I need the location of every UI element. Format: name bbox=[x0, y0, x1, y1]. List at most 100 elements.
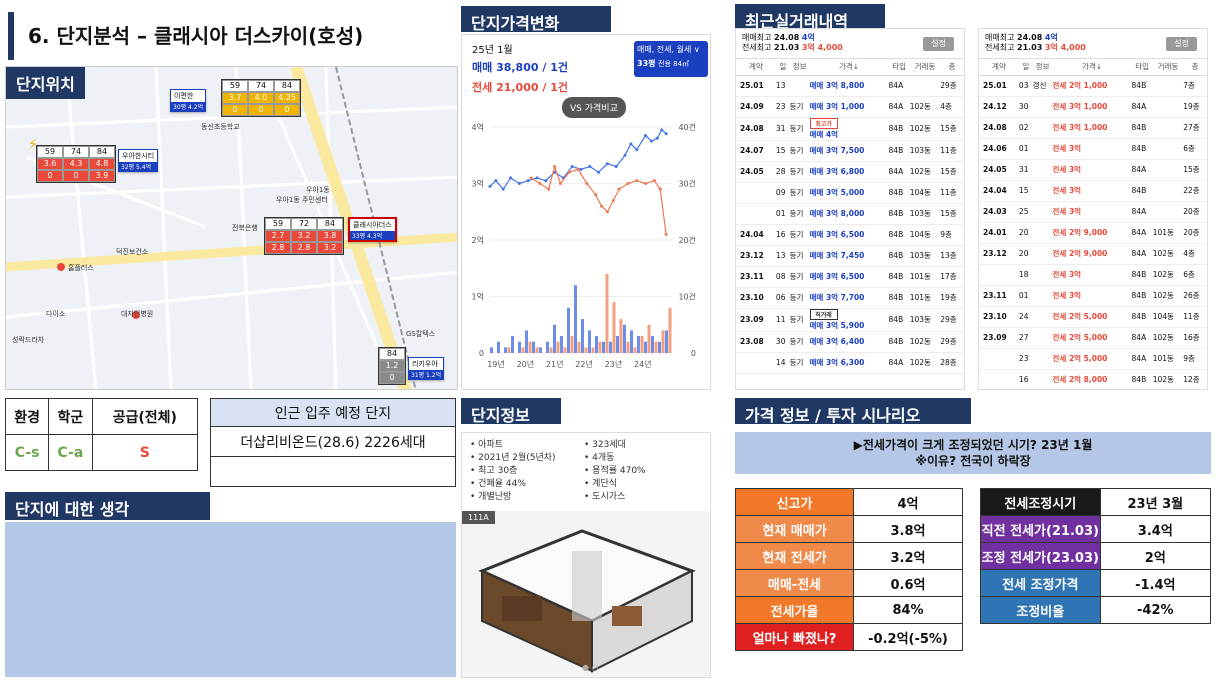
y2-tick-label: 20건 bbox=[678, 235, 696, 245]
table-row[interactable]: 23 전세 2억 5,000 84A 101동 9층 bbox=[979, 348, 1207, 370]
volume-bar-sale bbox=[567, 307, 570, 353]
filter-button[interactable]: 매매, 전세, 월세 ∨ 33평 전용 84㎡ bbox=[634, 41, 708, 77]
map-label: 성락드라차 bbox=[12, 336, 45, 344]
volume-bar-sale bbox=[532, 341, 535, 353]
y2-tick-label: 40건 bbox=[678, 122, 696, 132]
deal-col-header[interactable]: 타입 bbox=[1131, 59, 1153, 76]
summary-label: 매매최고 bbox=[985, 33, 1015, 42]
settings-button[interactable]: 설정 bbox=[1166, 37, 1197, 51]
deal-cell: 13 bbox=[775, 75, 790, 97]
deal-cell bbox=[909, 75, 941, 97]
deal-col-header[interactable]: 정보 bbox=[789, 59, 810, 76]
complex-label-ricky[interactable]: 리키우아 31평 1.2억 bbox=[408, 357, 445, 380]
deal-col-header[interactable]: 일 bbox=[775, 59, 790, 76]
table-row[interactable]: 24.07 15 등기 매매 3억 7,500 84B 103동 11층 bbox=[736, 140, 964, 162]
deal-col-header[interactable]: 계약 bbox=[979, 59, 1019, 76]
deal-col-header[interactable]: 층 bbox=[1183, 59, 1207, 76]
table-row[interactable]: 25.01 03 갱신 전세 2억 1,000 84B 7층 bbox=[979, 75, 1207, 97]
table-row[interactable]: 23.10 06 등기 매매 3억 7,700 84B 101동 19층 bbox=[736, 287, 964, 309]
volume-bar-jeonse bbox=[633, 347, 637, 353]
data-point bbox=[585, 182, 589, 185]
volume-bar-sale bbox=[581, 319, 584, 353]
deal-col-header[interactable]: 계약 bbox=[736, 59, 776, 76]
table-row[interactable]: 24.08 31 등기 최고가 매매 4억 84B 102동 15층 bbox=[736, 117, 964, 141]
table-row[interactable]: 16 전세 2억 8,000 84B 102동 12층 bbox=[979, 369, 1207, 389]
table-row[interactable]: 24.04 16 등기 매매 3억 6,500 84B 104동 9층 bbox=[736, 224, 964, 246]
volume-bar-sale bbox=[546, 341, 549, 353]
table-row[interactable]: 23.08 30 등기 매매 3억 6,400 84B 102동 29층 bbox=[736, 331, 964, 353]
deal-col-header[interactable]: 일 bbox=[1018, 59, 1033, 76]
price-box-yellow[interactable]: 59 74 84 3.7 4.0 4.25 000 bbox=[221, 79, 301, 117]
table-row[interactable]: 24.03 25 전세 3억 84A 20층 bbox=[979, 201, 1207, 223]
deal-cell bbox=[1152, 180, 1184, 202]
deal-cell: 전세 2억 1,000 bbox=[1052, 75, 1132, 97]
table-row[interactable]: 24.09 23 등기 매매 3억 1,000 84A 102동 4층 bbox=[736, 96, 964, 118]
complex-label-epyeonhan[interactable]: 이편한 30평 4.2억 bbox=[170, 89, 207, 112]
info-item: • 4개동 bbox=[584, 453, 615, 463]
deal-col-header[interactable]: 타입 bbox=[888, 59, 910, 76]
page-title: 6. 단지분석 – 클래시아 더스카이(호성) bbox=[28, 24, 364, 48]
table-row[interactable]: 23.11 08 등기 매매 3억 6,500 84B 101동 17층 bbox=[736, 266, 964, 288]
table-row[interactable]: 14 등기 매매 3억 6,300 84A 102동 28층 bbox=[736, 352, 964, 374]
volume-bar-jeonse bbox=[661, 330, 665, 353]
table-row[interactable]: 24.12 30 전세 3억 1,000 84A 19층 bbox=[979, 96, 1207, 118]
deal-col-header[interactable]: 정보 bbox=[1032, 59, 1053, 76]
location-map[interactable]: 단지위치 동신초등학교 우아1동 주민센터 우아1동 덕진보건소 홈플러스 다이… bbox=[5, 66, 458, 390]
price-box-gray[interactable]: 84 1.2 0 bbox=[378, 347, 406, 385]
price-chart[interactable]: 4억 40건3억 30건2억 20건1억 10건0 019년 20년 21년 22년 23년 24년 bbox=[462, 113, 710, 385]
deal-cell: 매매 3억 5,000 bbox=[809, 182, 889, 204]
map-label: 다이소 bbox=[46, 310, 66, 318]
table-row[interactable]: 24.05 28 등기 매매 3억 6,800 84A 102동 15층 bbox=[736, 161, 964, 183]
price-box-main[interactable]: 59 72 84 2.7 3.2 3.8 2.8 2.8 3.2 bbox=[264, 217, 344, 255]
volume-bar-jeonse bbox=[535, 347, 539, 353]
table-row[interactable]: 23.11 01 전세 3억 84B 102동 26층 bbox=[979, 285, 1207, 307]
deal-cell bbox=[1032, 180, 1053, 202]
thoughts-area[interactable] bbox=[5, 522, 456, 677]
deal-cell bbox=[736, 182, 776, 204]
table-row[interactable]: 23.09 27 전세 2억 5,000 84A 102동 16층 bbox=[979, 327, 1207, 349]
table-row[interactable]: 23.12 13 등기 매매 3억 7,450 84B 103동 13층 bbox=[736, 245, 964, 267]
deal-cell: 104동 bbox=[1152, 306, 1184, 328]
deal-cell: 03 bbox=[1018, 75, 1033, 97]
floor-plan-image[interactable]: 111A ● ○ bbox=[462, 511, 710, 677]
deal-col-header[interactable]: 가격↓ bbox=[1052, 59, 1132, 76]
table-row[interactable]: 24.01 20 전세 2억 9,000 84A 101동 20층 bbox=[979, 222, 1207, 244]
table-row[interactable]: 24.08 02 전세 3억 1,000 84B 27층 bbox=[979, 117, 1207, 139]
deal-cell: 9층 bbox=[1183, 348, 1207, 370]
table-row[interactable]: 01 등기 매매 3억 8,000 84B 103동 15층 bbox=[736, 203, 964, 225]
deal-cell: 전세 3억 bbox=[1052, 264, 1132, 286]
carousel-dots[interactable]: ● ○ bbox=[582, 663, 599, 672]
complex-label-classia[interactable]: 클래시아더스 33평 4.3억 bbox=[348, 217, 397, 242]
scenario-value: -0.2억(-5%) bbox=[853, 623, 963, 651]
deal-cell: 24.03 bbox=[979, 201, 1019, 223]
data-point bbox=[488, 184, 492, 188]
deal-cell: 101동 bbox=[909, 266, 941, 288]
table-row[interactable]: 23.09 11 등기 직거래 매매 3억 5,900 84B 103동 29층 bbox=[736, 308, 964, 332]
price-box-left[interactable]: 59 74 84 3.6 4.3 4.8 0 0 3.9 bbox=[36, 145, 116, 183]
settings-button[interactable]: 설정 bbox=[923, 37, 954, 51]
x-tick-label: 22년 bbox=[575, 359, 593, 369]
volume-bar-jeonse bbox=[549, 347, 553, 353]
table-row[interactable]: 18 전세 3억 84B 102동 6층 bbox=[979, 264, 1207, 286]
deal-col-header[interactable]: 거래동 bbox=[909, 59, 941, 76]
table-row[interactable]: 25.01 13 매매 3억 8,800 84A 29층 bbox=[736, 75, 964, 97]
deal-cell: 09 bbox=[775, 182, 790, 204]
deal-cell: 01 bbox=[775, 203, 790, 225]
table-row[interactable]: 23.10 24 전세 2억 5,000 84B 104동 11층 bbox=[979, 306, 1207, 328]
table-row[interactable]: 09 등기 매매 3억 5,000 84B 104동 11층 bbox=[736, 182, 964, 204]
deal-cell: 23 bbox=[1018, 348, 1033, 370]
nearby-row bbox=[210, 456, 456, 487]
table-row[interactable]: 23.12 20 전세 2억 9,000 84A 102동 4층 bbox=[979, 243, 1207, 265]
table-row[interactable]: 24.04 15 전세 3억 84B 22층 bbox=[979, 180, 1207, 202]
volume-bar-jeonse bbox=[668, 307, 672, 353]
table-row[interactable]: 24.05 31 전세 3억 84A 15층 bbox=[979, 159, 1207, 181]
deal-col-header[interactable]: 층 bbox=[940, 59, 964, 76]
deal-col-header[interactable]: 거래동 bbox=[1152, 59, 1184, 76]
table-row: 얼마나 빠졌나? -0.2억(-5%) bbox=[734, 623, 963, 651]
deal-col-header[interactable]: 가격↓ bbox=[809, 59, 889, 76]
volume-bar-sale bbox=[623, 324, 626, 353]
complex-label-wooahan[interactable]: 우아한시티 32평 5.4억 bbox=[118, 149, 159, 172]
deal-cell: 06 bbox=[775, 287, 790, 309]
table-row[interactable]: 24.06 01 전세 3억 84B 6층 bbox=[979, 138, 1207, 160]
data-point bbox=[605, 210, 609, 214]
